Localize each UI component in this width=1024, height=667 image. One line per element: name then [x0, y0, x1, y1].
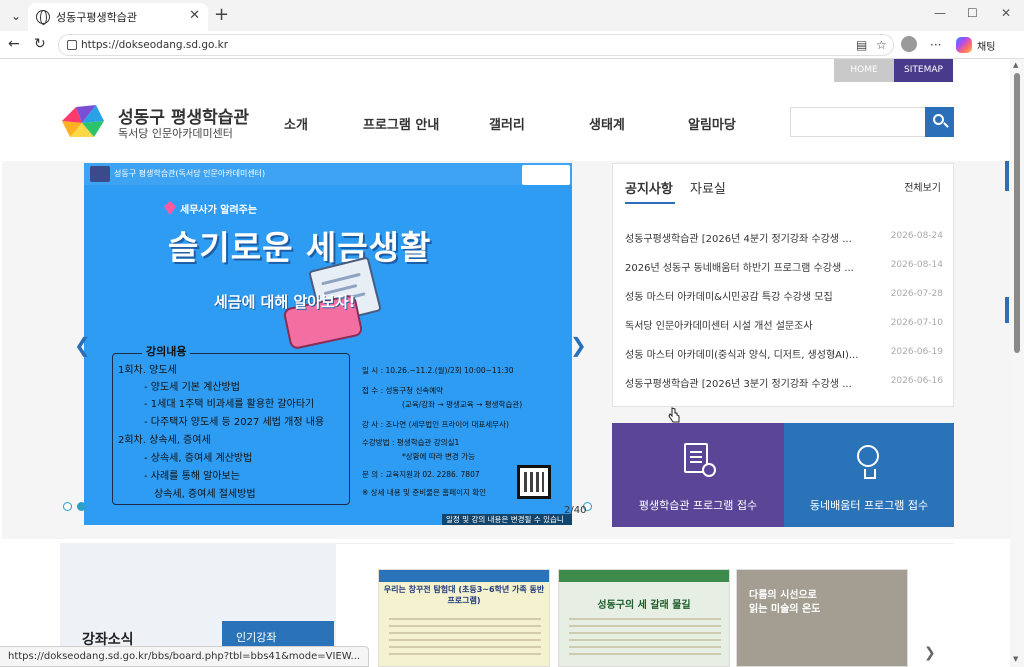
scroll-down-icon[interactable]: ▼: [1013, 655, 1018, 663]
new-tab-icon[interactable]: +: [214, 4, 229, 25]
banner-next-arrow[interactable]: ❯: [570, 333, 587, 357]
site-logo-icon[interactable]: [60, 103, 106, 141]
profile-avatar[interactable]: [901, 36, 917, 52]
quick-link-neighborhood-apply[interactable]: 동네배움터 프로그램 접수: [784, 423, 954, 527]
side-indicator: [1005, 161, 1009, 191]
address-bar: ← ↻ https://dokseodang.sd.go.kr ▤ ☆ ··· …: [0, 31, 1024, 59]
tab-bar: ⌄ 성동구평생학습관 ✕ + — ☐ ✕: [0, 0, 1024, 31]
banner-headline: 슬기로운 세금생활: [168, 228, 432, 267]
favorite-star-icon[interactable]: ☆: [876, 38, 887, 52]
sitemap-link[interactable]: SITEMAP: [894, 59, 953, 82]
browser-window: ⌄ 성동구평생학습관 ✕ + — ☐ ✕ ← ↻ https://dokseod…: [0, 0, 1024, 667]
search-input[interactable]: [790, 107, 926, 137]
lecture-thumbnail[interactable]: 우리는 창꾸전 탐험대 (초등3~6학년 가족 동반 프로그램): [378, 569, 550, 667]
close-tab-icon[interactable]: ✕: [189, 8, 200, 23]
info-line: 강 사 : 조나연 (세무법인 프라이어 대표세무사): [362, 420, 509, 429]
web-viewport: HOME SITEMAP 성동구 평생학습관 독서당 인문아카데미센터 소개 프…: [0, 59, 1024, 667]
banner-counter: 2/40: [564, 505, 587, 516]
more-options-icon[interactable]: ···: [930, 38, 941, 52]
copilot-icon[interactable]: [956, 37, 972, 53]
notice-item[interactable]: 성동구평생학습관 [2026년 3분기 정기강좌 수강생 ... 2026-06…: [625, 375, 943, 391]
nav-gallery[interactable]: 갤러리: [489, 114, 525, 133]
info-line: 수강방법 : 평생학습관 강의실1: [362, 438, 460, 447]
banner-org: 성동구 평생학습관(독서당 인문아카데미센터): [114, 169, 266, 178]
nav-ecosystem[interactable]: 생태계: [589, 114, 625, 133]
banner-kicker: 세무사가 알려주는: [180, 205, 258, 216]
hand-cursor-icon: [668, 407, 680, 423]
syllabus-title: 강의내용: [142, 343, 191, 359]
reload-icon[interactable]: ↻: [34, 36, 46, 52]
qr-code: [517, 465, 551, 499]
lock-icon: [67, 40, 77, 50]
partner-logo: [522, 165, 570, 185]
search-button[interactable]: [925, 107, 954, 137]
banner-note: 일정 및 강의 내용은 변경될 수 있습니다.: [442, 514, 572, 525]
window-close-icon[interactable]: ✕: [1001, 6, 1011, 20]
tab-title: 성동구평생학습관: [56, 11, 137, 24]
nav-programs[interactable]: 프로그램 안내: [363, 114, 439, 133]
maximize-icon[interactable]: ☐: [967, 6, 978, 20]
document-search-icon: [684, 443, 716, 477]
info-line: 일 시 : 10.26.~11.2.(월)/2회 10:00~11:30: [362, 366, 514, 375]
syllabus-line: 2회차. 상속세, 증여세: [118, 435, 211, 446]
lecture-thumbnail[interactable]: 성동구의 세 갈래 물길: [558, 569, 730, 667]
main-banner[interactable]: 성동구 평생학습관(독서당 인문아카데미센터) 세무사가 알려주는 슬기로운 세…: [84, 163, 572, 525]
info-line: 접 수 : 성동구청 신속예약: [362, 386, 444, 395]
scroll-up-icon[interactable]: ▲: [1013, 61, 1018, 69]
reader-mode-icon[interactable]: ▤: [856, 38, 867, 52]
chat-button[interactable]: 채팅: [977, 38, 995, 53]
notice-item[interactable]: 독서당 인문아카데미센터 시설 개선 설문조사 2026-07-10: [625, 317, 943, 333]
banner-dot-active[interactable]: [77, 502, 86, 511]
banner-badge: [90, 166, 110, 182]
minimize-icon[interactable]: —: [934, 6, 946, 20]
notice-item[interactable]: 2026년 성동구 동네배움터 하반기 프로그램 수강생 ... 2026-08…: [625, 259, 943, 275]
quick-link-lifelong-apply[interactable]: 평생학습관 프로그램 접수: [612, 423, 784, 527]
nav-about[interactable]: 소개: [284, 114, 308, 133]
active-tab-indicator: [625, 202, 675, 204]
kicker-icon: [164, 201, 176, 215]
carousel-next-icon[interactable]: ❯: [924, 645, 936, 661]
syllabus-line: 상속세, 증여세 절세방법: [154, 489, 256, 500]
view-all-link[interactable]: 전체보기: [904, 179, 941, 194]
syllabus-line: - 양도세 기본 계산방법: [144, 382, 240, 393]
side-indicator: [1005, 297, 1009, 323]
info-line: (교육/강좌 → 평생교육 → 평생학습관): [402, 400, 523, 409]
notice-panel: 공지사항 자료실 전체보기 성동구평생학습관 [2026년 4분기 정기강좌 수…: [612, 163, 954, 407]
syllabus-line: - 상속세, 증여세 계산방법: [144, 453, 253, 464]
web-page: HOME SITEMAP 성동구 평생학습관 독서당 인문아카데미센터 소개 프…: [2, 59, 1010, 667]
scroll-thumb[interactable]: [1014, 73, 1020, 353]
notice-item[interactable]: 성동 마스터 아카데미&시민공감 특강 수강생 모집 2026-07-28: [625, 288, 943, 304]
banner-dot[interactable]: [63, 502, 72, 511]
tab-notice[interactable]: 공지사항: [625, 178, 673, 197]
browser-tab[interactable]: 성동구평생학습관 ✕: [28, 3, 208, 31]
tab-archive[interactable]: 자료실: [690, 178, 726, 197]
globe-icon: [36, 10, 50, 25]
notice-item[interactable]: 성동구평생학습관 [2026년 4분기 정기강좌 수강생 ... 2026-08…: [625, 230, 943, 246]
banner-prev-arrow[interactable]: ❮: [74, 333, 91, 357]
url-field[interactable]: https://dokseodang.sd.go.kr: [58, 34, 894, 56]
banner-subtitle: 세금에 대해 알아보자!: [214, 293, 356, 311]
lecture-thumbnail[interactable]: 다름의 시선으로 읽는 미술의 온도: [736, 569, 908, 667]
tab-list-dropdown-icon[interactable]: ⌄: [6, 6, 26, 26]
info-line: *상황에 따라 변경 가능: [402, 452, 476, 461]
nav-notice-board[interactable]: 알림마당: [688, 114, 736, 133]
back-icon[interactable]: ←: [8, 36, 20, 52]
home-link[interactable]: HOME: [834, 59, 894, 82]
syllabus-line: 1회차. 양도세: [118, 365, 177, 376]
url-text: https://dokseodang.sd.go.kr: [81, 39, 229, 51]
vertical-scrollbar[interactable]: ▲ ▼: [1010, 59, 1024, 667]
info-line: 문 의 : 교육지원과 02. 2286. 7807: [362, 470, 480, 479]
lightbulb-icon: [857, 445, 879, 479]
site-subtitle: 독서당 인문아카데미센터: [118, 127, 233, 140]
status-bar-url: https://dokseodang.sd.go.kr/bbs/board.ph…: [0, 646, 370, 667]
syllabus-line: - 사례를 통해 알아보는: [144, 471, 240, 482]
notice-item[interactable]: 성동 마스터 아카데미(중식과 양식, 디저트, 생성형AI)... 2026-…: [625, 346, 943, 362]
syllabus-line: - 1세대 1주택 비과세를 활용한 갈아타기: [144, 399, 315, 410]
info-line: ※ 상세 내용 및 준비물은 홈페이지 확인: [362, 488, 487, 497]
syllabus-line: - 다주택자 양도세 등 2027 세법 개정 내용: [144, 417, 325, 428]
